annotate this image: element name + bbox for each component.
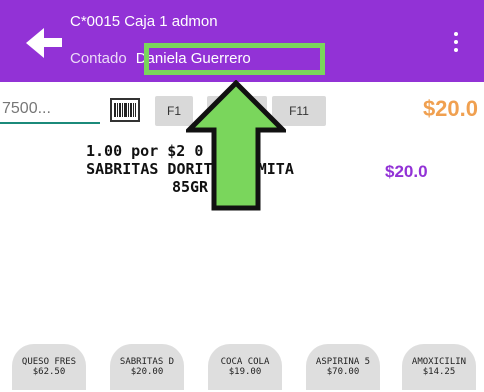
quick-product-name: SABRITAS D: [119, 357, 175, 367]
cashier-highlight-box: [144, 43, 325, 75]
quick-product-price: $62.50: [32, 367, 66, 377]
quick-product-button[interactable]: AMOXICILIN $14.25: [402, 344, 476, 390]
quick-product-price: $20.00: [130, 367, 164, 377]
quick-product-price: $70.00: [326, 367, 360, 377]
quick-products-bar: QUESO FRES $62.50 SABRITAS D $20.00 COCA…: [0, 342, 484, 392]
quick-product-price: $14.25: [422, 367, 456, 377]
quick-product-price: $19.00: [228, 367, 262, 377]
back-button[interactable]: [24, 22, 64, 62]
sale-total: $20.0: [422, 96, 478, 121]
quick-product-button[interactable]: COCA COLA $19.00: [208, 344, 282, 390]
quick-product-button[interactable]: QUESO FRES $62.50: [12, 344, 86, 390]
quick-product-name: COCA COLA: [220, 357, 270, 367]
barcode-icon: [114, 103, 136, 117]
register-title: C*0015 Caja 1 admon: [70, 13, 218, 30]
quick-product-name: ASPIRINA 5: [315, 357, 371, 367]
more-menu-icon[interactable]: [446, 30, 466, 54]
product-search-input[interactable]: [0, 96, 100, 124]
payment-type-label: Contado: [70, 50, 127, 67]
arrow-up-icon: [186, 80, 286, 211]
quick-product-name: AMOXICILIN: [411, 357, 467, 367]
quick-product-button[interactable]: SABRITAS D $20.00: [110, 344, 184, 390]
item-amount: $20.0: [385, 162, 428, 181]
app-header: C*0015 Caja 1 admon Contado Daniela Guerr…: [0, 0, 484, 82]
barcode-scan-button[interactable]: [110, 98, 140, 122]
quick-product-button[interactable]: ASPIRINA 5 $70.00: [306, 344, 380, 390]
quick-product-name: QUESO FRES: [21, 357, 77, 367]
